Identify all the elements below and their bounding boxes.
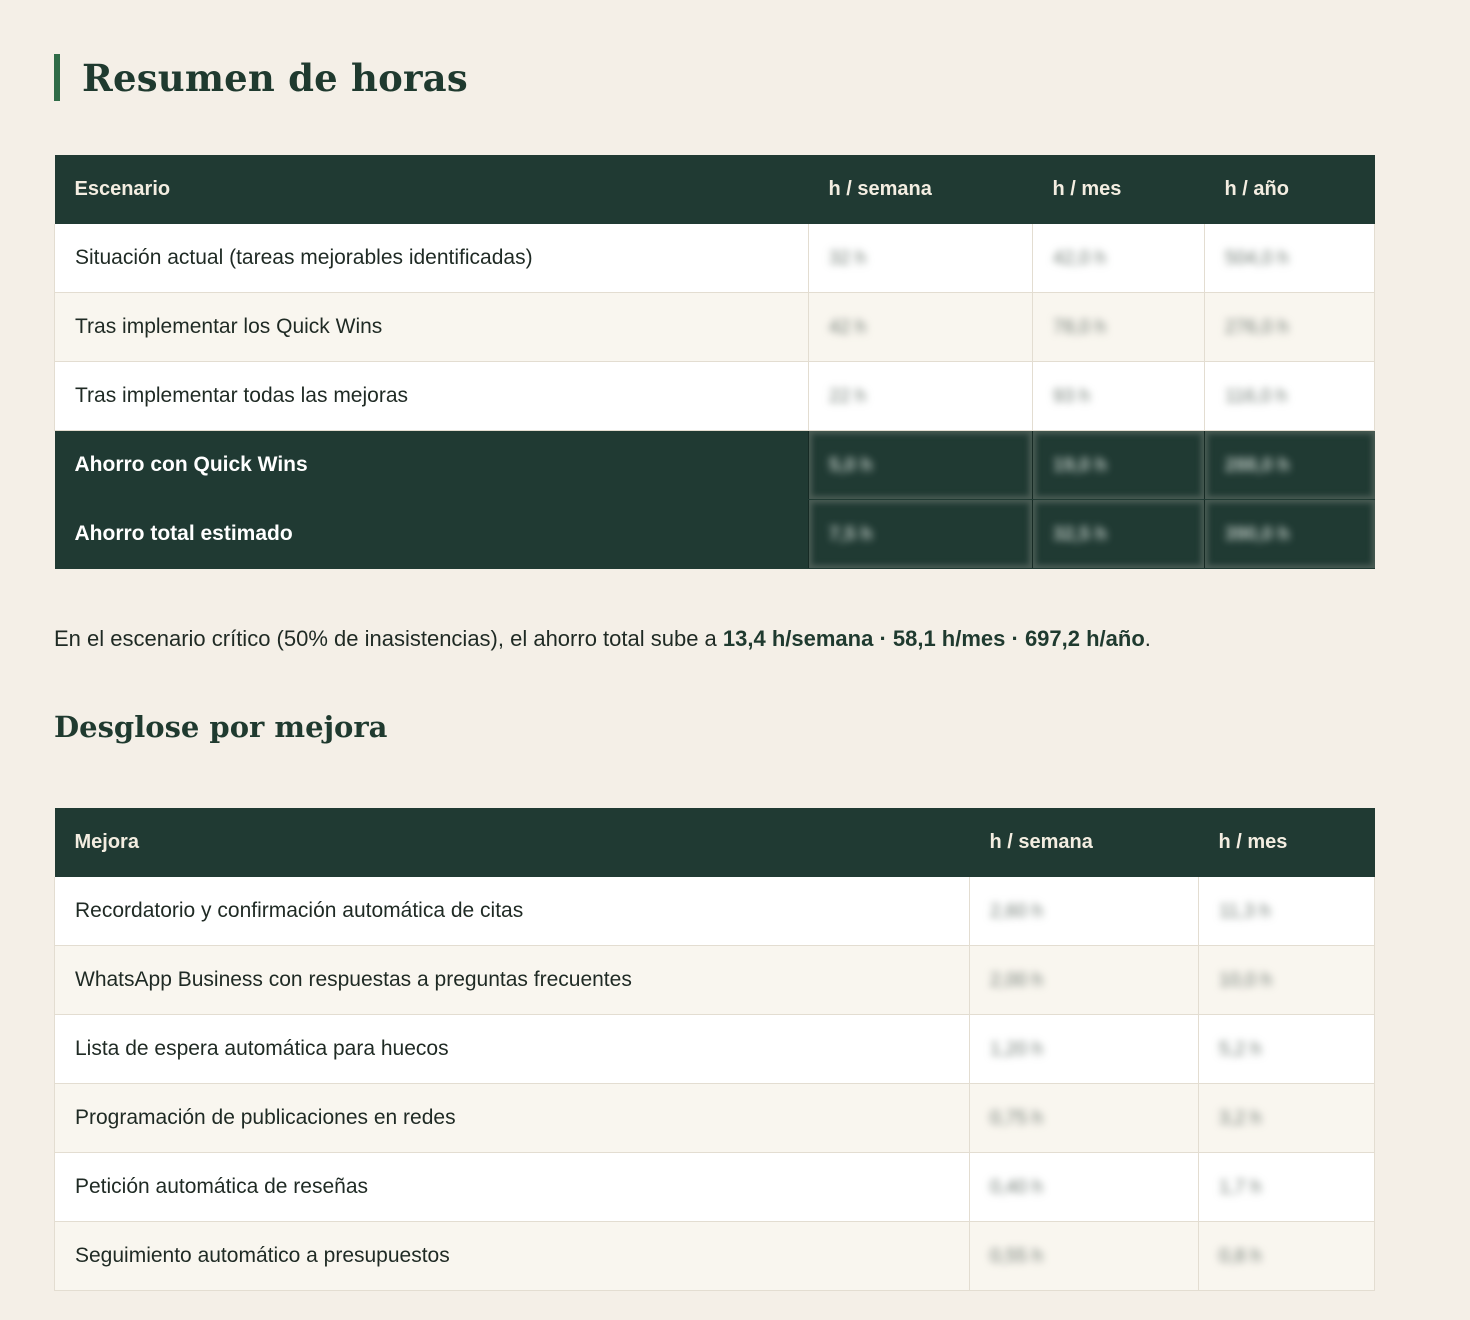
hours-week-value: 42 h [829,317,866,338]
hours-week-value: 2,60 h [990,901,1043,922]
hours-month: 0,8 h [1198,1221,1375,1291]
hours-month-value: 93 h [1053,386,1090,407]
hours-week-value: 0,40 h [990,1177,1043,1198]
hours-week: 2,00 h [969,945,1199,1015]
hours-week: 0,75 h [969,1083,1199,1153]
scenario-label: Situación actual (tareas mejorables iden… [54,224,809,293]
breakdown-table: Mejora h / semana h / mes Recordatorio y… [54,808,1375,1291]
hours-month: 93 h [1032,361,1205,431]
col-week: h / semana [969,808,1199,877]
col-month: h / mes [1198,808,1375,877]
savings-row: Ahorro con Quick Wins 5,0 h 19,0 h 288,0… [54,430,1375,500]
hours-week-value: 0,55 h [990,1246,1043,1267]
hours-week: 42 h [808,292,1033,362]
table-row: Tras implementar todas las mejoras 22 h … [54,361,1375,431]
hours-month-value: 5,2 h [1219,1039,1262,1060]
hours-week: 32 h [808,224,1033,293]
hours-week: 22 h [808,361,1033,431]
hours-month: 19,0 h [1032,430,1205,500]
hours-month-value: 78,0 h [1053,317,1106,338]
table-row: Programación de publicaciones en redes 0… [54,1083,1375,1153]
critical-scenario-note: En el escenario crítico (50% de inasiste… [54,626,1151,652]
hours-week-value: 1,20 h [990,1039,1043,1060]
hours-month-value: 32,5 h [1053,524,1107,545]
improvement-label: WhatsApp Business con respuestas a pregu… [54,945,970,1015]
hours-month: 32,5 h [1032,499,1205,569]
note-suffix: . [1144,626,1151,651]
hours-week-value: 2,00 h [990,970,1043,991]
table-row: Petición automática de reseñas 0,40 h 1,… [54,1152,1375,1222]
hours-year-value: 504,0 h [1225,248,1289,269]
hours-month-value: 11,3 h [1219,901,1271,922]
hours-week-value: 7,5 h [829,524,873,545]
hours-week: 0,55 h [969,1221,1199,1291]
improvement-label: Lista de espera automática para huecos [54,1014,970,1084]
hours-year-value: 116,0 h [1225,386,1287,407]
hours-week-value: 22 h [829,386,866,407]
table-row: Lista de espera automática para huecos 1… [54,1014,1375,1084]
improvement-label: Programación de publicaciones en redes [54,1083,970,1153]
summary-header-row: Escenario h / semana h / mes h / año [54,155,1375,224]
page-title: Resumen de horas [54,54,468,101]
hours-year: 288,0 h [1204,430,1375,500]
hours-week-value: 32 h [829,248,866,269]
hours-year-value: 276,0 h [1225,317,1289,338]
hours-week: 2,60 h [969,877,1199,946]
table-row: Situación actual (tareas mejorables iden… [54,224,1375,293]
col-scenario: Escenario [54,155,809,224]
improvement-label: Seguimiento automático a presupuestos [54,1221,970,1291]
col-month: h / mes [1032,155,1205,224]
savings-row: Ahorro total estimado 7,5 h 32,5 h 390,0… [54,499,1375,569]
table-row: WhatsApp Business con respuestas a pregu… [54,945,1375,1015]
hours-week: 7,5 h [808,499,1033,569]
hours-month-value: 10,0 h [1219,970,1272,991]
hours-month: 78,0 h [1032,292,1205,362]
table-row: Tras implementar los Quick Wins 42 h 78,… [54,292,1375,362]
hours-month: 42,0 h [1032,224,1205,293]
hours-week-value: 5,0 h [829,455,873,476]
table-row: Recordatorio y confirmación automática d… [54,877,1375,946]
summary-table: Escenario h / semana h / mes h / año Sit… [54,155,1375,569]
hours-year-value: 288,0 h [1225,455,1290,476]
hours-year: 276,0 h [1204,292,1375,362]
col-improvement: Mejora [54,808,970,877]
hours-year: 116,0 h [1204,361,1375,431]
hours-week-value: 0,75 h [990,1108,1043,1129]
hours-week: 5,0 h [808,430,1033,500]
col-week: h / semana [808,155,1033,224]
hours-month-value: 0,8 h [1219,1246,1262,1267]
note-highlight: 13,4 h/semana · 58,1 h/mes · 697,2 h/año [722,626,1145,651]
section-title: Desglose por mejora [54,710,388,744]
hours-year-value: 390,0 h [1225,524,1290,545]
hours-month: 11,3 h [1198,877,1375,946]
hours-month-value: 19,0 h [1053,455,1107,476]
hours-week: 1,20 h [969,1014,1199,1084]
hours-month-value: 1,7 h [1219,1177,1262,1198]
scenario-label: Tras implementar todas las mejoras [54,361,809,431]
hours-month: 5,2 h [1198,1014,1375,1084]
improvement-label: Petición automática de reseñas [54,1152,970,1222]
col-year: h / año [1204,155,1375,224]
hours-month-value: 3,2 h [1219,1108,1262,1129]
savings-label: Ahorro total estimado [54,499,809,569]
scenario-label: Tras implementar los Quick Wins [54,292,809,362]
hours-month-value: 42,0 h [1053,248,1106,269]
hours-month: 10,0 h [1198,945,1375,1015]
savings-label: Ahorro con Quick Wins [54,430,809,500]
hours-year: 504,0 h [1204,224,1375,293]
hours-month: 3,2 h [1198,1083,1375,1153]
table-row: Seguimiento automático a presupuestos 0,… [54,1221,1375,1291]
improvement-label: Recordatorio y confirmación automática d… [54,877,970,946]
hours-week: 0,40 h [969,1152,1199,1222]
hours-year: 390,0 h [1204,499,1375,569]
note-prefix: En el escenario crítico (50% de inasiste… [54,626,723,651]
hours-month: 1,7 h [1198,1152,1375,1222]
breakdown-header-row: Mejora h / semana h / mes [54,808,1375,877]
